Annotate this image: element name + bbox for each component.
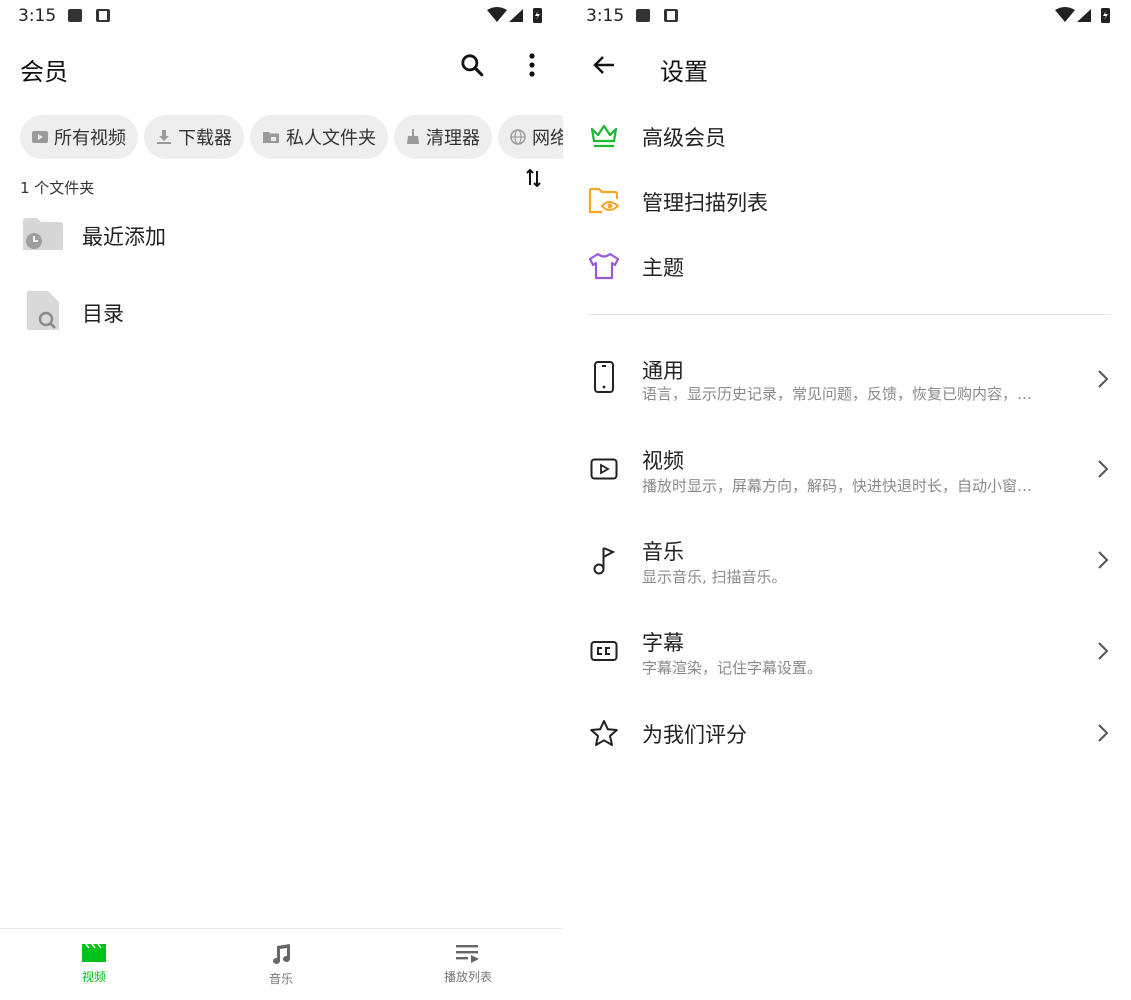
nav-label: 音乐 <box>268 972 293 986</box>
status-bar: 3:15 <box>0 0 563 32</box>
folder-eye-icon <box>588 187 620 214</box>
settings-item-label: 为我们评分 <box>642 723 747 747</box>
folder-label: 最近添加 <box>82 225 166 249</box>
status-time: 3:15 <box>18 6 57 26</box>
settings-item-video[interactable]: 视频 播放时显示，屏幕方向，解码，快进快退时长，自动小窗… <box>568 437 1131 503</box>
signal-battery-icons <box>487 7 542 23</box>
broom-icon <box>407 129 419 144</box>
settings-item-rate-us[interactable]: 为我们评分 <box>568 705 1131 761</box>
chip-network[interactable]: 网络 <box>498 115 563 159</box>
play-box-icon <box>32 131 48 143</box>
settings-item-subtitle: 字幕渲染，记住字幕设置。 <box>642 659 823 677</box>
chip-label: 私人文件夹 <box>286 128 376 149</box>
music-note-icon <box>273 944 290 964</box>
video-icon <box>82 943 106 962</box>
arrow-back-icon <box>593 56 614 74</box>
app-notification-icon <box>664 9 678 22</box>
settings-item-label: 高级会员 <box>642 126 726 150</box>
nav-tab-video[interactable]: 视频 <box>44 943 144 985</box>
chip-private-folder[interactable]: 私人文件夹 <box>250 115 388 159</box>
settings-item-label: 管理扫描列表 <box>642 191 768 215</box>
settings-item-label: 通用 <box>642 359 684 383</box>
search-file-icon <box>27 291 59 330</box>
recent-folder-icon <box>23 218 63 250</box>
chip-label: 清理器 <box>426 128 480 149</box>
download-icon <box>157 130 171 144</box>
settings-item-subtitles[interactable]: 字幕 字幕渲染，记住字幕设置。 <box>568 619 1131 685</box>
star-icon <box>590 720 618 746</box>
settings-screen: 3:15 设置 高级会员 管理扫描列表 主题 通用 语言，显示历史记录，常见问题… <box>568 0 1131 1000</box>
nav-tab-music[interactable]: 音乐 <box>231 943 331 987</box>
video-play-icon <box>590 458 618 480</box>
settings-item-subtitle: 显示音乐, 扫描音乐。 <box>642 568 787 586</box>
page-title: 会员 <box>20 58 68 86</box>
chevron-right-icon <box>1098 370 1109 388</box>
sort-icon <box>526 168 541 188</box>
chevron-right-icon <box>1098 724 1109 742</box>
cc-icon <box>590 641 618 661</box>
settings-item-subtitle: 语言，显示历史记录，常见问题，反馈，恢复已购内容，… <box>642 385 1033 403</box>
nav-label: 播放列表 <box>443 970 492 984</box>
globe-icon <box>510 129 526 145</box>
chip-all-videos[interactable]: 所有视频 <box>20 115 138 159</box>
chip-label: 所有视频 <box>54 128 126 149</box>
nav-label: 视频 <box>81 970 106 984</box>
chevron-right-icon <box>1098 642 1109 660</box>
folder-label: 目录 <box>82 302 124 326</box>
settings-item-label: 视频 <box>642 449 684 473</box>
settings-item-premium[interactable]: 高级会员 <box>568 110 1131 162</box>
settings-item-subtitle: 播放时显示，屏幕方向，解码，快进快退时长，自动小窗… <box>642 477 1033 495</box>
page-title: 设置 <box>660 58 708 86</box>
folder-item-recent[interactable]: 最近添加 <box>0 205 563 265</box>
chip-label: 下载器 <box>178 128 232 149</box>
shirt-icon <box>588 252 620 280</box>
app-notification-icon <box>96 9 110 22</box>
status-bar: 3:15 <box>568 0 1131 32</box>
settings-item-label: 字幕 <box>642 631 684 655</box>
image-notification-icon <box>68 9 82 22</box>
settings-item-theme[interactable]: 主题 <box>568 240 1131 292</box>
chip-cleaner[interactable]: 清理器 <box>394 115 492 159</box>
settings-item-general[interactable]: 通用 语言，显示历史记录，常见问题，反馈，恢复已购内容，… <box>568 345 1131 411</box>
crown-icon <box>590 124 618 148</box>
lock-folder-icon <box>263 132 279 143</box>
playlist-icon <box>456 945 479 963</box>
chip-label: 网络 <box>532 128 563 149</box>
phone-icon <box>594 361 614 393</box>
section-divider <box>588 314 1111 315</box>
bottom-navigation: 视频 音乐 播放列表 <box>0 928 563 1000</box>
nav-tab-playlist[interactable]: 播放列表 <box>418 943 518 985</box>
search-button[interactable] <box>454 47 490 83</box>
more-options-button[interactable] <box>514 47 550 83</box>
more-vert-icon <box>529 53 535 77</box>
back-button[interactable] <box>586 47 622 83</box>
search-icon <box>461 54 484 77</box>
signal-battery-icons <box>1055 7 1110 23</box>
settings-item-music[interactable]: 音乐 显示音乐, 扫描音乐。 <box>568 528 1131 594</box>
settings-item-label: 主题 <box>642 256 684 280</box>
settings-item-manage-scan-list[interactable]: 管理扫描列表 <box>568 175 1131 227</box>
chevron-right-icon <box>1098 551 1109 569</box>
music-icon <box>593 547 616 575</box>
sort-button[interactable] <box>520 168 548 196</box>
chip-downloader[interactable]: 下载器 <box>144 115 244 159</box>
folder-item-catalog[interactable]: 目录 <box>0 282 563 342</box>
settings-item-label: 音乐 <box>642 540 684 564</box>
status-time: 3:15 <box>586 6 625 26</box>
video-library-screen: 3:15 会员 所有视频 下载器 私人文件夹 清理器 网络 1 个文件夹 最近添… <box>0 0 563 1000</box>
image-notification-icon <box>636 9 650 22</box>
chevron-right-icon <box>1098 460 1109 478</box>
folder-count: 1 个文件夹 <box>20 179 95 197</box>
filter-chips: 所有视频 下载器 私人文件夹 清理器 网络 <box>20 115 563 159</box>
